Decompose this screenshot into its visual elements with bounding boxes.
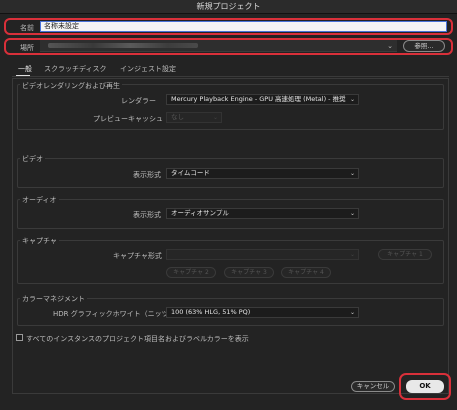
show-labels-checkbox[interactable] xyxy=(16,334,23,341)
chevron-down-icon: ⌄ xyxy=(349,251,355,258)
tab-scratch-disks[interactable]: スクラッチディスク xyxy=(44,64,107,74)
renderer-label: レンダラー xyxy=(121,97,156,105)
title-bar: 新規プロジェクト xyxy=(0,0,457,14)
renderer-value: Mercury Playback Engine - GPU 高速処理 (Meta… xyxy=(171,95,346,103)
capture-format-label: キャプチャ形式 xyxy=(113,252,162,260)
capture-1-button[interactable]: キャプチャ 1 xyxy=(378,249,432,260)
video-display-format-value: タイムコード xyxy=(171,169,210,177)
ok-button[interactable]: OK xyxy=(406,380,444,393)
color-management-title: カラーマネジメント xyxy=(20,294,87,304)
tab-ingest-settings[interactable]: インジェスト設定 xyxy=(120,64,176,74)
chevron-down-icon: ⌄ xyxy=(212,114,218,121)
capture-title: キャプチャ xyxy=(20,236,59,246)
cancel-button[interactable]: キャンセル xyxy=(351,381,395,392)
general-panel: ビデオレンダリングおよび再生 レンダラー Mercury Playback En… xyxy=(12,78,449,394)
hdr-white-dropdown[interactable]: 100 (63% HLG, 51% PQ) ⌄ xyxy=(166,307,359,318)
capture-4-button[interactable]: キャプチャ 4 xyxy=(281,267,331,278)
chevron-down-icon: ⌄ xyxy=(349,309,355,316)
video-rendering-title: ビデオレンダリングおよび再生 xyxy=(20,81,122,91)
hdr-white-value: 100 (63% HLG, 51% PQ) xyxy=(171,308,251,316)
video-display-format-label: 表示形式 xyxy=(133,171,161,179)
audio-display-format-dropdown[interactable]: オーディオサンプル ⌄ xyxy=(166,208,359,219)
chevron-down-icon: ⌄ xyxy=(349,210,355,217)
preview-cache-value: なし xyxy=(171,113,184,121)
capture-2-button[interactable]: キャプチャ 2 xyxy=(166,267,216,278)
capture-format-dropdown[interactable]: ⌄ xyxy=(166,249,359,260)
name-highlight-outline xyxy=(4,18,453,35)
audio-display-format-label: 表示形式 xyxy=(133,211,161,219)
chevron-down-icon: ⌄ xyxy=(349,170,355,177)
chevron-down-icon: ⌄ xyxy=(349,96,355,103)
audio-title: オーディオ xyxy=(20,195,59,205)
video-title: ビデオ xyxy=(20,154,45,164)
window-title: 新規プロジェクト xyxy=(196,2,261,11)
location-highlight-outline xyxy=(4,38,453,55)
tab-divider xyxy=(12,76,449,77)
renderer-dropdown[interactable]: Mercury Playback Engine - GPU 高速処理 (Meta… xyxy=(166,94,359,105)
audio-display-format-value: オーディオサンプル xyxy=(171,209,229,217)
show-labels-label: すべてのインスタンスのプロジェクト項目名およびラベルカラーを表示 xyxy=(26,335,249,343)
hdr-white-label: HDR グラフィックホワイト（ニッツ） xyxy=(53,310,176,318)
new-project-dialog: 名前 名称未設定 場所 ⌄ 参照... 一般 スクラッチディスク インジェスト設… xyxy=(0,14,457,410)
preview-cache-dropdown[interactable]: なし ⌄ xyxy=(166,112,222,123)
tab-general[interactable]: 一般 xyxy=(18,64,32,74)
capture-3-button[interactable]: キャプチャ 3 xyxy=(224,267,274,278)
video-display-format-dropdown[interactable]: タイムコード ⌄ xyxy=(166,168,359,179)
preview-cache-label: プレビューキャッシュ xyxy=(93,115,163,123)
